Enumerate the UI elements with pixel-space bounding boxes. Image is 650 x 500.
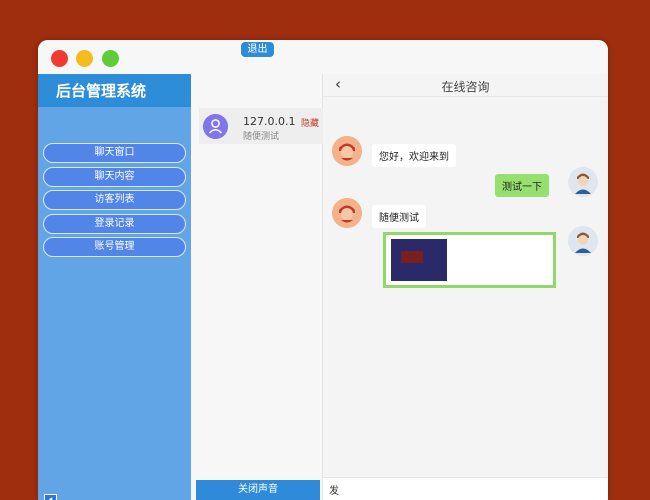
app-window: 后台管理系统 聊天窗口 聊天内容 访客列表 登录记录 账号管理 ◂ 127.0.… [38, 40, 608, 500]
chat-title: 在线咨询 [441, 80, 490, 94]
app-title: 后台管理系统 [56, 82, 147, 100]
mute-sound-button[interactable]: 关闭声音 [196, 480, 320, 500]
sidebar-item-chat-window[interactable]: 聊天窗口 [43, 143, 186, 163]
chat-message-user: 测试一下 [495, 174, 549, 197]
maximize-window-button[interactable] [102, 50, 119, 67]
agent-avatar-icon [332, 198, 362, 228]
chat-header: ‹ 在线咨询 [323, 74, 608, 97]
chat-image-message[interactable] [383, 232, 556, 288]
user-avatar-icon [568, 226, 598, 256]
visitor-tag: 隐藏 [301, 119, 320, 129]
sidebar-item-login-records[interactable]: 登录记录 [43, 213, 186, 234]
minimize-window-button[interactable] [76, 50, 93, 67]
chat-message-agent: 您好，欢迎来到 [372, 144, 456, 167]
user-avatar-icon [568, 167, 598, 197]
agent-avatar-icon [332, 136, 362, 166]
chat-panel: ‹ 在线咨询 您好，欢迎来到 测试一下 随便测试 [323, 74, 608, 500]
sidebar-nav: 聊天窗口 聊天内容 访客列表 登录记录 账号管理 [43, 143, 186, 261]
chat-image-thumbnail [391, 239, 447, 281]
sidebar-item-chat-content[interactable]: 聊天内容 [43, 166, 186, 187]
visitor-list-item[interactable]: 127.0.0.1 隐藏 随便测试 [199, 108, 323, 144]
chat-message-agent: 随便测试 [372, 205, 426, 228]
logout-button[interactable]: 退出 [240, 41, 275, 58]
window-titlebar [38, 40, 608, 74]
visitor-last-message: 随便测试 [243, 132, 280, 142]
sidebar: 后台管理系统 聊天窗口 聊天内容 访客列表 登录记录 账号管理 ◂ [38, 74, 191, 500]
chat-message-input[interactable] [329, 481, 599, 497]
visitor-panel: 127.0.0.1 隐藏 随便测试 关闭声音 [191, 74, 323, 500]
sidebar-item-visitor-list[interactable]: 访客列表 [43, 190, 186, 210]
sidebar-header: 后台管理系统 [38, 74, 191, 107]
sidebar-item-account-management[interactable]: 账号管理 [43, 237, 186, 257]
close-window-button[interactable] [51, 50, 68, 67]
collapse-sidebar-icon[interactable]: ◂ [44, 494, 57, 500]
visitor-ip: 127.0.0.1 [243, 115, 296, 128]
visitor-avatar-icon [203, 114, 228, 139]
chat-input-bar [323, 477, 608, 500]
